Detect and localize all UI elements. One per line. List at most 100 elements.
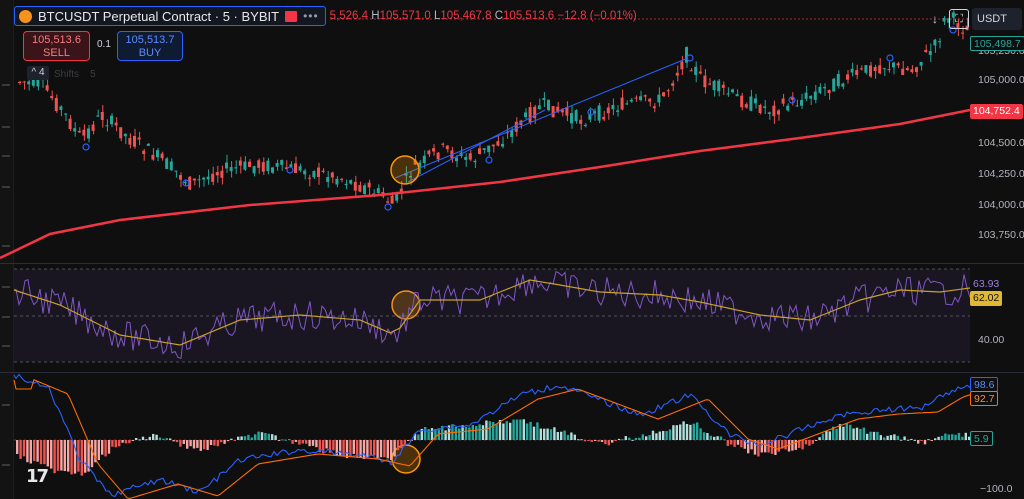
macd-histogram-bar (811, 440, 814, 444)
candle-body (229, 167, 233, 172)
macd-histogram-bar (842, 426, 845, 440)
macd-histogram-bar (764, 440, 767, 453)
macd-histogram-bar (46, 440, 49, 467)
macd-histogram-bar (373, 440, 376, 456)
candle-body (238, 160, 242, 166)
candle-body (271, 167, 274, 173)
macd-histogram-bar (80, 440, 83, 476)
macd-histogram-bar (917, 440, 920, 444)
candle-body (243, 161, 247, 170)
ohlc-open: 5,526.4 (329, 10, 369, 22)
macd-histogram-bar (696, 422, 699, 440)
macd-histogram-bar (29, 440, 32, 464)
macd-histogram-bar (583, 440, 587, 442)
rsi-panel[interactable] (13, 268, 971, 363)
candle-body (192, 178, 196, 181)
macd-histogram-bar (189, 440, 192, 447)
symbol-selector[interactable]: BTCUSDT Perpetual Contract · 5 · BYBIT •… (14, 6, 326, 26)
macd-histogram-bar (964, 432, 967, 440)
candle-body (698, 71, 702, 74)
macd-histogram-bar (230, 438, 233, 440)
candle-body (827, 89, 831, 94)
currency-selector[interactable]: USDT (972, 8, 1022, 30)
candle-body (179, 175, 182, 180)
candle-body (105, 125, 109, 127)
macd-histogram-bar (379, 440, 383, 458)
candle-body (786, 105, 790, 111)
macd-histogram-bar (570, 432, 573, 440)
panel-separator[interactable] (0, 263, 1024, 264)
macd-histogram-bar (883, 437, 886, 440)
macd-histogram-bar (135, 437, 138, 440)
panel-separator[interactable] (0, 372, 1024, 373)
macd-histogram-bar (39, 440, 43, 465)
macd-histogram-bar (648, 435, 651, 440)
flag-icon[interactable] (285, 10, 298, 22)
candle-body (202, 177, 205, 180)
candle-body (620, 97, 624, 110)
macd-histogram-bar (390, 440, 393, 461)
macd-histogram-bar (587, 440, 590, 441)
macd-histogram-bar (611, 440, 614, 443)
candle-body (128, 137, 132, 145)
candle-body (639, 96, 642, 101)
price-panel[interactable] (0, 10, 971, 474)
sell-button[interactable]: 105,513.6 SELL (23, 31, 90, 61)
macd-histogram-bar (553, 427, 556, 440)
macd-histogram-bar (566, 434, 570, 440)
moving-average-line (0, 108, 971, 260)
candle-body (689, 70, 693, 72)
more-icon[interactable]: ••• (303, 9, 319, 23)
indicators-collapse-button[interactable]: ^ 4 (27, 66, 49, 80)
macd-panel[interactable] (13, 373, 971, 499)
macd-histogram-bar (458, 428, 461, 440)
rsi-level-label: 40.00 (978, 334, 1005, 346)
macd-histogram-bar (954, 434, 957, 440)
candle-body (169, 161, 173, 171)
chevron-up-icon: ^ (31, 67, 37, 78)
macd-histogram-bar (862, 427, 865, 440)
macd-histogram-bar (495, 424, 498, 440)
fullscreen-icon[interactable]: ⛶ (949, 9, 969, 29)
candle-body (809, 95, 813, 99)
buy-button[interactable]: 105,513.7 BUY (117, 31, 183, 61)
candle-body (257, 160, 261, 168)
candle-body (933, 39, 937, 46)
candle-body (675, 72, 679, 76)
chart-canvas[interactable] (0, 0, 1024, 499)
scroll-down-arrow-icon[interactable]: ↓ (926, 10, 944, 28)
candle-body (662, 92, 665, 97)
spread-value: 0.1 (97, 39, 111, 50)
macd-histogram-bar (471, 424, 474, 440)
macd-histogram-bar (526, 423, 529, 440)
macd-histogram-bar (97, 440, 100, 460)
candle-body (680, 61, 684, 70)
trendline (407, 109, 546, 183)
macd-histogram-bar (947, 434, 950, 440)
macd-histogram-bar (828, 431, 831, 440)
macd-histogram-bar (481, 425, 485, 440)
candle-body (818, 86, 822, 93)
candle-body (547, 99, 550, 111)
candle-body (754, 98, 757, 104)
macd-histogram-bar (179, 440, 182, 447)
macd-histogram-bar (26, 440, 29, 463)
candle-body (119, 127, 123, 139)
macd-histogram-bar (492, 422, 495, 440)
macd-histogram-bar (213, 440, 216, 446)
signal-marker (886, 54, 894, 62)
candle-body (629, 99, 633, 102)
signal-marker (286, 166, 294, 174)
macd-histogram-bar (393, 440, 396, 457)
macd-histogram-bar (301, 440, 304, 444)
macd-histogram-bar (294, 440, 298, 442)
macd-histogram-bar (590, 440, 593, 442)
macd-histogram-bar (464, 426, 468, 440)
candle-body (390, 195, 394, 204)
candle-body (616, 110, 619, 112)
macd-histogram-bar (631, 439, 634, 441)
candle-body (427, 150, 431, 155)
candle-body (110, 115, 113, 125)
macd-histogram-bar (804, 440, 808, 445)
signal-marker (485, 156, 493, 164)
